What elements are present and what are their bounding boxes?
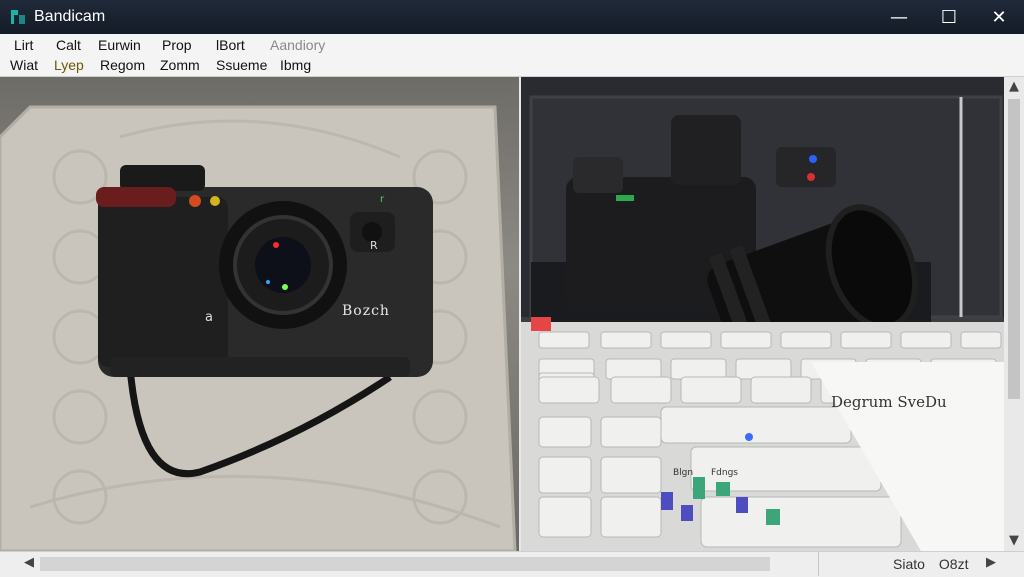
- menu-item-ibmg[interactable]: Ibmg: [280, 57, 311, 73]
- vertical-scroll-thumb[interactable]: [1008, 99, 1020, 399]
- menu-item-calt[interactable]: Calt: [56, 37, 81, 53]
- arrow-down-icon[interactable]: ▼: [1009, 533, 1019, 548]
- horizontal-scroll-thumb[interactable]: [40, 557, 770, 571]
- maximize-button[interactable]: ☐: [924, 0, 974, 34]
- menu-item-lyep[interactable]: Lyep: [54, 57, 84, 73]
- menu-item-aandiory[interactable]: Aandiory: [270, 37, 325, 53]
- camera-button-letter: R: [370, 239, 378, 252]
- laptop-small-label-1: Blgn: [673, 468, 693, 478]
- laptop-small-label-2: Fdngs: [711, 468, 738, 478]
- capture-viewport: r R a Bozch Degrum SveDu Blgn Fdngs: [0, 77, 1004, 551]
- menu-item-wiat[interactable]: Wiat: [10, 57, 38, 73]
- vertical-scrollbar[interactable]: ▲ ▼: [1004, 77, 1024, 551]
- status-left-text: Siato: [893, 556, 925, 572]
- close-button[interactable]: ✕: [974, 0, 1024, 34]
- menu-item-lirt[interactable]: Lirt: [14, 37, 33, 53]
- status-area: Siato O8zt: [818, 552, 1005, 576]
- camera-letter-mark: a: [205, 310, 213, 325]
- right-pane-image: Degrum SveDu Blgn Fdngs: [521, 77, 1004, 551]
- camera-brand-label: Bozch: [342, 303, 390, 319]
- menu-item-eurwin[interactable]: Eurwin: [98, 37, 141, 53]
- laptop-screen-text: Degrum SveDu: [831, 393, 947, 411]
- menu-bar: Lirt Calt Eurwin Prop lBort Aandiory Wia…: [0, 34, 1024, 77]
- menu-item-lbort[interactable]: lBort: [216, 37, 245, 53]
- menu-item-regom[interactable]: Regom: [100, 57, 145, 73]
- menu-item-prop[interactable]: Prop: [162, 37, 192, 53]
- menu-item-zomm[interactable]: Zomm: [160, 57, 200, 73]
- laptop-camera-photo: Degrum SveDu Blgn Fdngs: [521, 77, 1004, 551]
- menu-item-ssueme[interactable]: Ssueme: [216, 57, 267, 73]
- arrow-left-icon[interactable]: ◀: [24, 555, 34, 570]
- status-right-text: O8zt: [938, 556, 969, 572]
- title-bar: Bandicam — ☐ ✕: [0, 0, 1024, 34]
- left-pane-image: r R a Bozch: [0, 77, 519, 551]
- camera-photo: r R a Bozch: [0, 105, 517, 551]
- minimize-button[interactable]: —: [874, 0, 924, 34]
- window-title: Bandicam: [34, 8, 106, 25]
- bandicam-logo-icon: [11, 10, 25, 24]
- arrow-up-icon[interactable]: ▲: [1009, 79, 1019, 94]
